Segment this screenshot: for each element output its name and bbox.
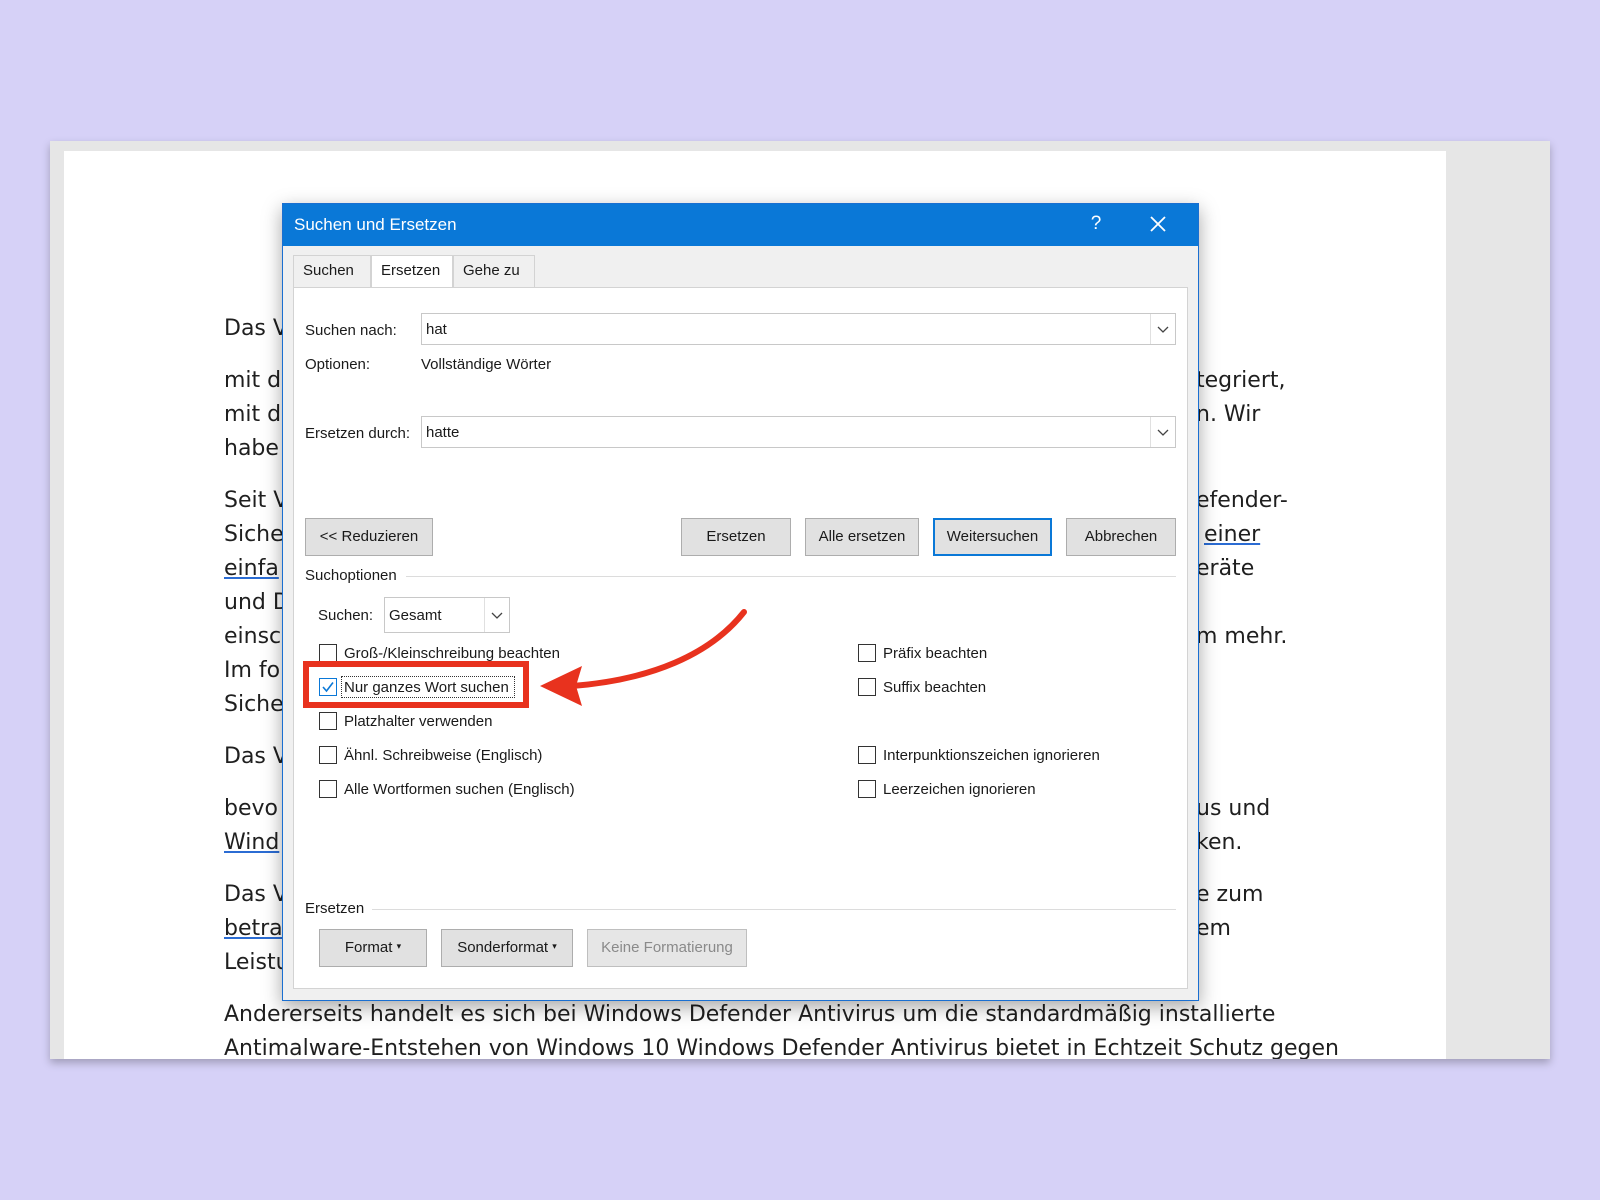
replace-value: hatte bbox=[426, 424, 460, 441]
search-direction-select[interactable]: Gesamt bbox=[384, 597, 510, 633]
doc-line: Siche bbox=[224, 692, 284, 717]
replace-button[interactable]: Ersetzen bbox=[681, 518, 791, 556]
ignore-whitespace-label: Leerzeichen ignorieren bbox=[883, 781, 1036, 798]
doc-line: und D bbox=[224, 590, 290, 615]
chevron-down-icon[interactable] bbox=[484, 598, 509, 632]
doc-line: em bbox=[1196, 916, 1231, 941]
find-label: Suchen nach: bbox=[305, 322, 397, 339]
doc-link[interactable]: betra bbox=[224, 916, 283, 942]
doc-line: einsc bbox=[224, 624, 282, 649]
match-suffix-checkbox[interactable] bbox=[858, 678, 876, 696]
ignore-punctuation-checkbox[interactable] bbox=[858, 746, 876, 764]
options-value: Vollständige Wörter bbox=[421, 356, 552, 373]
reduce-button[interactable]: << Reduzieren bbox=[305, 518, 433, 556]
chevron-down-icon[interactable] bbox=[1150, 417, 1175, 447]
dialog-title: Suchen und Ersetzen bbox=[294, 215, 457, 234]
sounds-like-label: Ähnl. Schreibweise (Englisch) bbox=[344, 747, 543, 764]
ignore-punctuation-label: Interpunktionszeichen ignorieren bbox=[883, 747, 1100, 764]
doc-line: habe bbox=[224, 436, 279, 461]
match-prefix-label: Präfix beachten bbox=[883, 645, 988, 662]
help-button[interactable]: ? bbox=[1084, 213, 1108, 235]
dropdown-arrow-icon: ▾ bbox=[552, 941, 557, 951]
tab-label: Ersetzen bbox=[381, 262, 441, 279]
doc-line: Leistu bbox=[224, 950, 290, 975]
doc-link[interactable]: einfa bbox=[224, 556, 279, 582]
match-suffix-label: Suffix beachten bbox=[883, 679, 987, 696]
replace-input[interactable]: hatte bbox=[421, 416, 1176, 448]
special-format-button[interactable]: Sonderformat ▾ bbox=[441, 929, 573, 967]
doc-line: Andererseits handelt es sich bei Windows… bbox=[224, 1002, 1276, 1027]
doc-link[interactable]: Wind bbox=[224, 830, 279, 856]
replace-heading: Ersetzen bbox=[305, 900, 365, 917]
search-direction-value: Gesamt bbox=[389, 607, 442, 624]
ignore-whitespace-checkbox[interactable] bbox=[858, 780, 876, 798]
dialog-titlebar: Suchen und Ersetzen ? bbox=[283, 204, 1198, 246]
doc-line: bevo bbox=[224, 796, 278, 821]
cancel-button[interactable]: Abbrechen bbox=[1066, 518, 1176, 556]
doc-line: efender- bbox=[1196, 488, 1288, 513]
format-button[interactable]: Format ▾ bbox=[319, 929, 427, 967]
doc-line: Das V bbox=[224, 316, 288, 341]
doc-line: tegriert, bbox=[1196, 368, 1286, 393]
doc-line: Im fo bbox=[224, 658, 281, 683]
sounds-like-checkbox[interactable] bbox=[319, 746, 337, 764]
doc-line: ken. bbox=[1196, 830, 1243, 855]
divider bbox=[406, 576, 1176, 577]
dropdown-arrow-icon: ▾ bbox=[396, 941, 402, 951]
divider bbox=[372, 909, 1176, 910]
doc-line: eräte bbox=[1196, 556, 1255, 581]
chevron-down-icon[interactable] bbox=[1150, 314, 1175, 344]
format-label: Format bbox=[344, 939, 393, 956]
tab-ersetzen[interactable]: Ersetzen bbox=[371, 255, 453, 287]
doc-line: Das V bbox=[224, 882, 288, 907]
tab-label: Suchen bbox=[303, 262, 354, 279]
replace-all-button[interactable]: Alle ersetzen bbox=[805, 518, 919, 556]
wildcards-label: Platzhalter verwenden bbox=[344, 713, 493, 730]
wildcards-checkbox[interactable] bbox=[319, 712, 337, 730]
doc-link[interactable]: einer bbox=[1204, 522, 1260, 548]
tab-gehe-zu[interactable]: Gehe zu bbox=[453, 255, 535, 287]
match-case-checkbox[interactable] bbox=[319, 644, 337, 662]
doc-line: Siche bbox=[224, 522, 284, 547]
match-prefix-checkbox[interactable] bbox=[858, 644, 876, 662]
tab-suchen[interactable]: Suchen bbox=[293, 255, 371, 287]
annotation-highlight-box bbox=[303, 661, 529, 708]
replace-label: Ersetzen durch: bbox=[305, 425, 411, 442]
search-options-heading: Suchoptionen bbox=[305, 567, 397, 584]
find-value: hat bbox=[426, 321, 447, 338]
doc-line: Antimalware-Entstehen von Windows 10 Win… bbox=[224, 1036, 1339, 1059]
close-icon[interactable] bbox=[1146, 212, 1170, 236]
special-label: Sonderformat bbox=[457, 939, 549, 956]
search-direction-label: Suchen: bbox=[318, 607, 374, 624]
doc-line: n. Wir bbox=[1196, 402, 1261, 427]
word-forms-checkbox[interactable] bbox=[319, 780, 337, 798]
find-input[interactable]: hat bbox=[421, 313, 1176, 345]
doc-line: mit d bbox=[224, 368, 282, 393]
doc-line: m mehr. bbox=[1196, 624, 1288, 649]
no-formatting-button[interactable]: Keine Formatierung bbox=[587, 929, 747, 967]
options-label: Optionen: bbox=[305, 356, 371, 373]
tab-label: Gehe zu bbox=[463, 262, 520, 279]
annotation-arrow-icon bbox=[540, 609, 747, 706]
doc-line: mit d bbox=[224, 402, 282, 427]
doc-line: e zum bbox=[1196, 882, 1264, 907]
word-forms-label: Alle Wortformen suchen (Englisch) bbox=[344, 781, 575, 798]
doc-line: us und bbox=[1196, 796, 1271, 821]
find-next-button[interactable]: Weitersuchen bbox=[933, 518, 1052, 556]
doc-line: Das V bbox=[224, 744, 288, 769]
doc-line: Seit V bbox=[224, 488, 289, 513]
